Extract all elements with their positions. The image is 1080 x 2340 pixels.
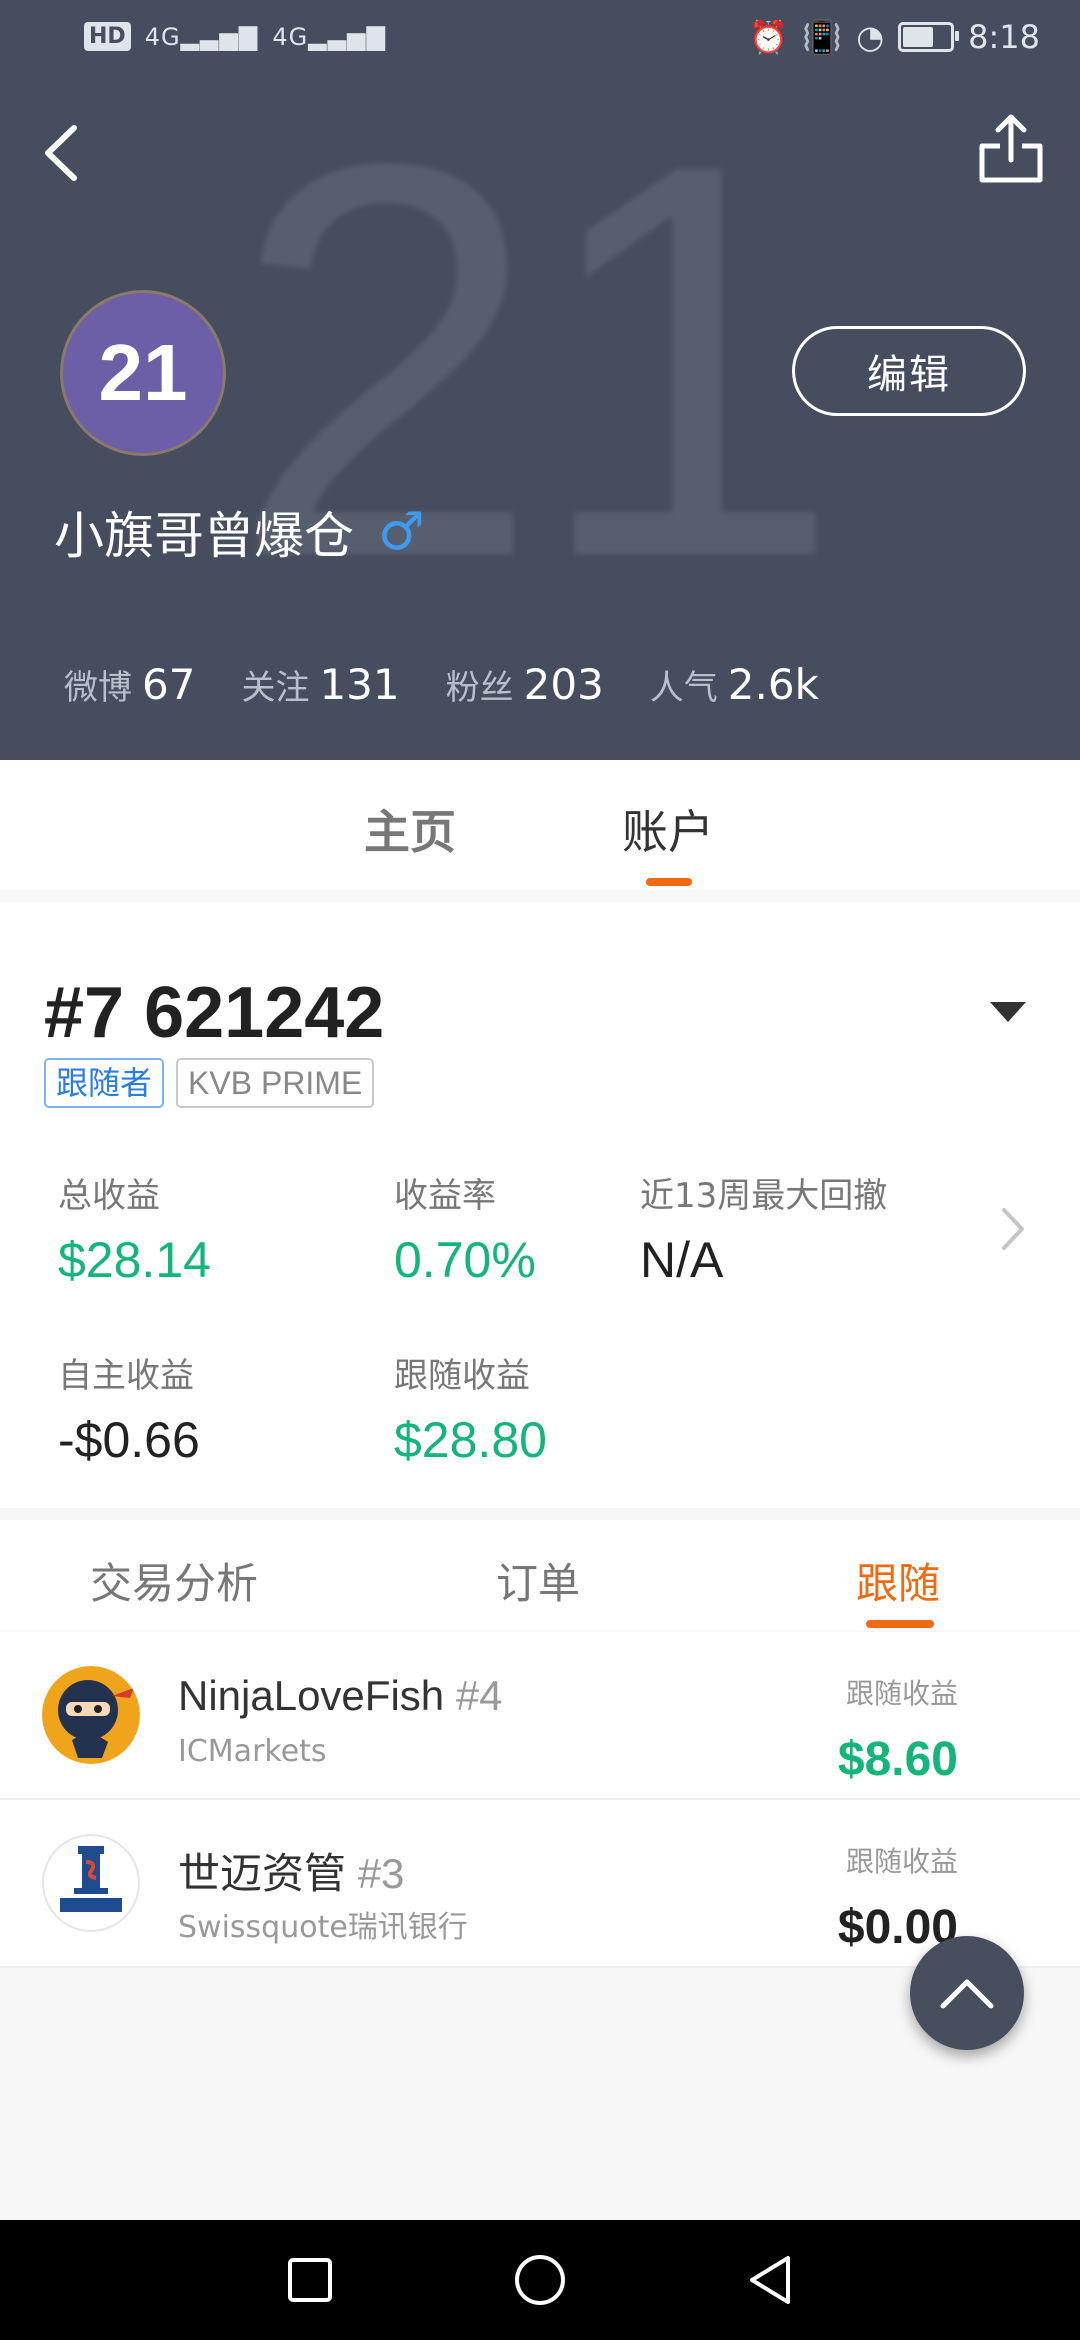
home-button[interactable] <box>510 2250 570 2310</box>
chevron-up-icon <box>940 1979 994 2009</box>
status-bar-left: HD 4G▂▃▅▇ 4G▂▃▅▇ <box>84 22 386 51</box>
metric-label: 跟随收益 <box>394 1356 530 1396</box>
follow-name: 世迈资管 #3 <box>178 1840 404 1901</box>
sub-tabs: 交易分析 订单 跟随 <box>0 1520 1080 1630</box>
metric-label: 自主收益 <box>58 1356 194 1396</box>
share-button[interactable] <box>976 112 1046 186</box>
back-arrow-icon <box>45 125 77 181</box>
battery-icon <box>898 22 960 52</box>
avatar[interactable]: 21 <box>60 290 226 456</box>
shimai-avatar <box>42 1834 140 1932</box>
square-icon <box>288 2258 332 2302</box>
stat-label: 粉丝 <box>445 668 514 708</box>
profile-header: 21 HD 4G▂▃▅▇ 4G▂▃▅▇ ⏰ 📳 ◔ 8:18 21 编辑 小旗哥… <box>0 0 1080 760</box>
metrics-detail-button[interactable] <box>998 1204 1028 1254</box>
metric-value: $28.14 <box>58 1232 211 1288</box>
system-nav-bar <box>0 2220 1080 2340</box>
recent-apps-button[interactable] <box>280 2250 340 2310</box>
stat-value: 203 <box>523 660 604 709</box>
follow-profit-label: 跟随收益 <box>845 1845 958 1878</box>
metric-label: 总收益 <box>58 1176 160 1216</box>
signal-icon-1: 4G▂▃▅▇ <box>144 22 259 51</box>
follow-name: NinjaLoveFish #4 <box>178 1672 503 1720</box>
stat-fans[interactable]: 粉丝 203 <box>446 660 604 709</box>
account-tags: 跟随者 KVB PRIME <box>44 1058 375 1108</box>
stat-popularity: 人气 2.6k <box>650 660 819 709</box>
trader-rank: #4 <box>455 1672 503 1719</box>
trader-broker: ICMarkets <box>178 1734 327 1769</box>
alarm-icon: ⏰ <box>748 18 789 56</box>
stat-label: 关注 <box>241 668 310 708</box>
male-icon: ♂ <box>378 502 425 562</box>
ninja-icon <box>42 1666 140 1764</box>
vibrate-icon: 📳 <box>802 18 843 56</box>
username: 小旗哥曾爆仓 <box>54 507 354 565</box>
metric-value: $28.80 <box>394 1412 547 1468</box>
profile-stats: 微博 67 关注 131 粉丝 203 人气 2.6k <box>64 660 819 709</box>
ninja-avatar <box>42 1666 140 1764</box>
stat-value: 2.6k <box>727 660 819 709</box>
chevron-right-icon <box>1002 1208 1024 1250</box>
tab-follow[interactable]: 跟随 <box>856 1550 940 1611</box>
metric-value: N/A <box>640 1232 724 1288</box>
metric-max-drawdown: 近13周最大回撤 N/A <box>640 1168 887 1289</box>
scroll-top-button[interactable] <box>910 1936 1024 2050</box>
circle-icon <box>515 2255 565 2305</box>
metric-label: 收益率 <box>394 1176 496 1216</box>
trader-rank: #3 <box>357 1850 405 1897</box>
speed-icon: ◔ <box>856 18 885 56</box>
main-tabs: 主页 账户 <box>0 760 1080 890</box>
metric-value: 0.70% <box>394 1232 536 1288</box>
trader-broker: Swissquote瑞讯银行 <box>178 1910 468 1945</box>
stat-value: 67 <box>142 660 196 709</box>
share-icon <box>979 114 1043 183</box>
clock: 8:18 <box>968 18 1040 56</box>
stat-value: 131 <box>319 660 400 709</box>
sub-tab-indicator <box>866 1620 934 1628</box>
follow-list: NinjaLoveFish #4 ICMarkets 跟随收益 $8.60 世迈… <box>0 1632 1080 1968</box>
tab-trade-analysis[interactable]: 交易分析 <box>90 1550 258 1611</box>
tab-home[interactable]: 主页 <box>364 796 456 862</box>
edit-profile-button[interactable]: 编辑 <box>792 326 1026 416</box>
triangle-back-icon <box>750 2256 790 2304</box>
list-item[interactable]: 世迈资管 #3 Swissquote瑞讯银行 跟随收益 $0.00 <box>0 1800 1080 1968</box>
back-button[interactable] <box>34 118 94 188</box>
follower-tag: 跟随者 <box>44 1058 165 1108</box>
signal-label-2: 4G <box>272 22 309 51</box>
username-row: 小旗哥曾爆仓 ♂ <box>54 496 425 568</box>
follow-profit-value: $8.60 <box>837 1733 958 1786</box>
account-dropdown-icon[interactable] <box>990 1002 1026 1022</box>
account-number: #7 621242 <box>44 973 385 1053</box>
hd-icon: HD <box>84 22 131 51</box>
metric-profit-rate: 收益率 0.70% <box>394 1168 536 1289</box>
back-nav-button[interactable] <box>740 2250 800 2310</box>
account-card: #7 621242 跟随者 KVB PRIME 总收益 $28.14 收益率 0… <box>0 902 1080 1508</box>
broker-tag: KVB PRIME <box>176 1058 375 1108</box>
status-bar-right: ⏰ 📳 ◔ 8:18 <box>749 18 1040 56</box>
tab-indicator <box>646 878 692 886</box>
status-bar: HD 4G▂▃▅▇ 4G▂▃▅▇ ⏰ 📳 ◔ 8:18 <box>0 0 1080 80</box>
metric-value: -$0.66 <box>58 1412 200 1468</box>
metric-self-profit: 自主收益 -$0.66 <box>58 1348 200 1469</box>
stat-label: 人气 <box>649 668 718 708</box>
trader-name: NinjaLoveFish <box>178 1672 445 1719</box>
follow-profit-label: 跟随收益 <box>845 1677 958 1710</box>
signal-label-1: 4G <box>144 22 181 51</box>
trader-name: 世迈资管 <box>178 1850 347 1897</box>
metric-label: 近13周最大回撤 <box>640 1176 888 1216</box>
tab-account[interactable]: 账户 <box>622 796 714 862</box>
signal-icon-2: 4G▂▃▅▇ <box>272 22 387 51</box>
tab-orders[interactable]: 订单 <box>496 1550 580 1611</box>
stat-following[interactable]: 关注 131 <box>241 660 399 709</box>
metric-follow-profit: 跟随收益 $28.80 <box>394 1348 547 1469</box>
list-item[interactable]: NinjaLoveFish #4 ICMarkets 跟随收益 $8.60 <box>0 1632 1080 1800</box>
stat-label: 微博 <box>64 668 132 708</box>
metric-total-profit: 总收益 $28.14 <box>58 1168 211 1289</box>
stat-weibo[interactable]: 微博 67 <box>64 660 195 709</box>
shimai-logo-icon <box>42 1834 140 1932</box>
